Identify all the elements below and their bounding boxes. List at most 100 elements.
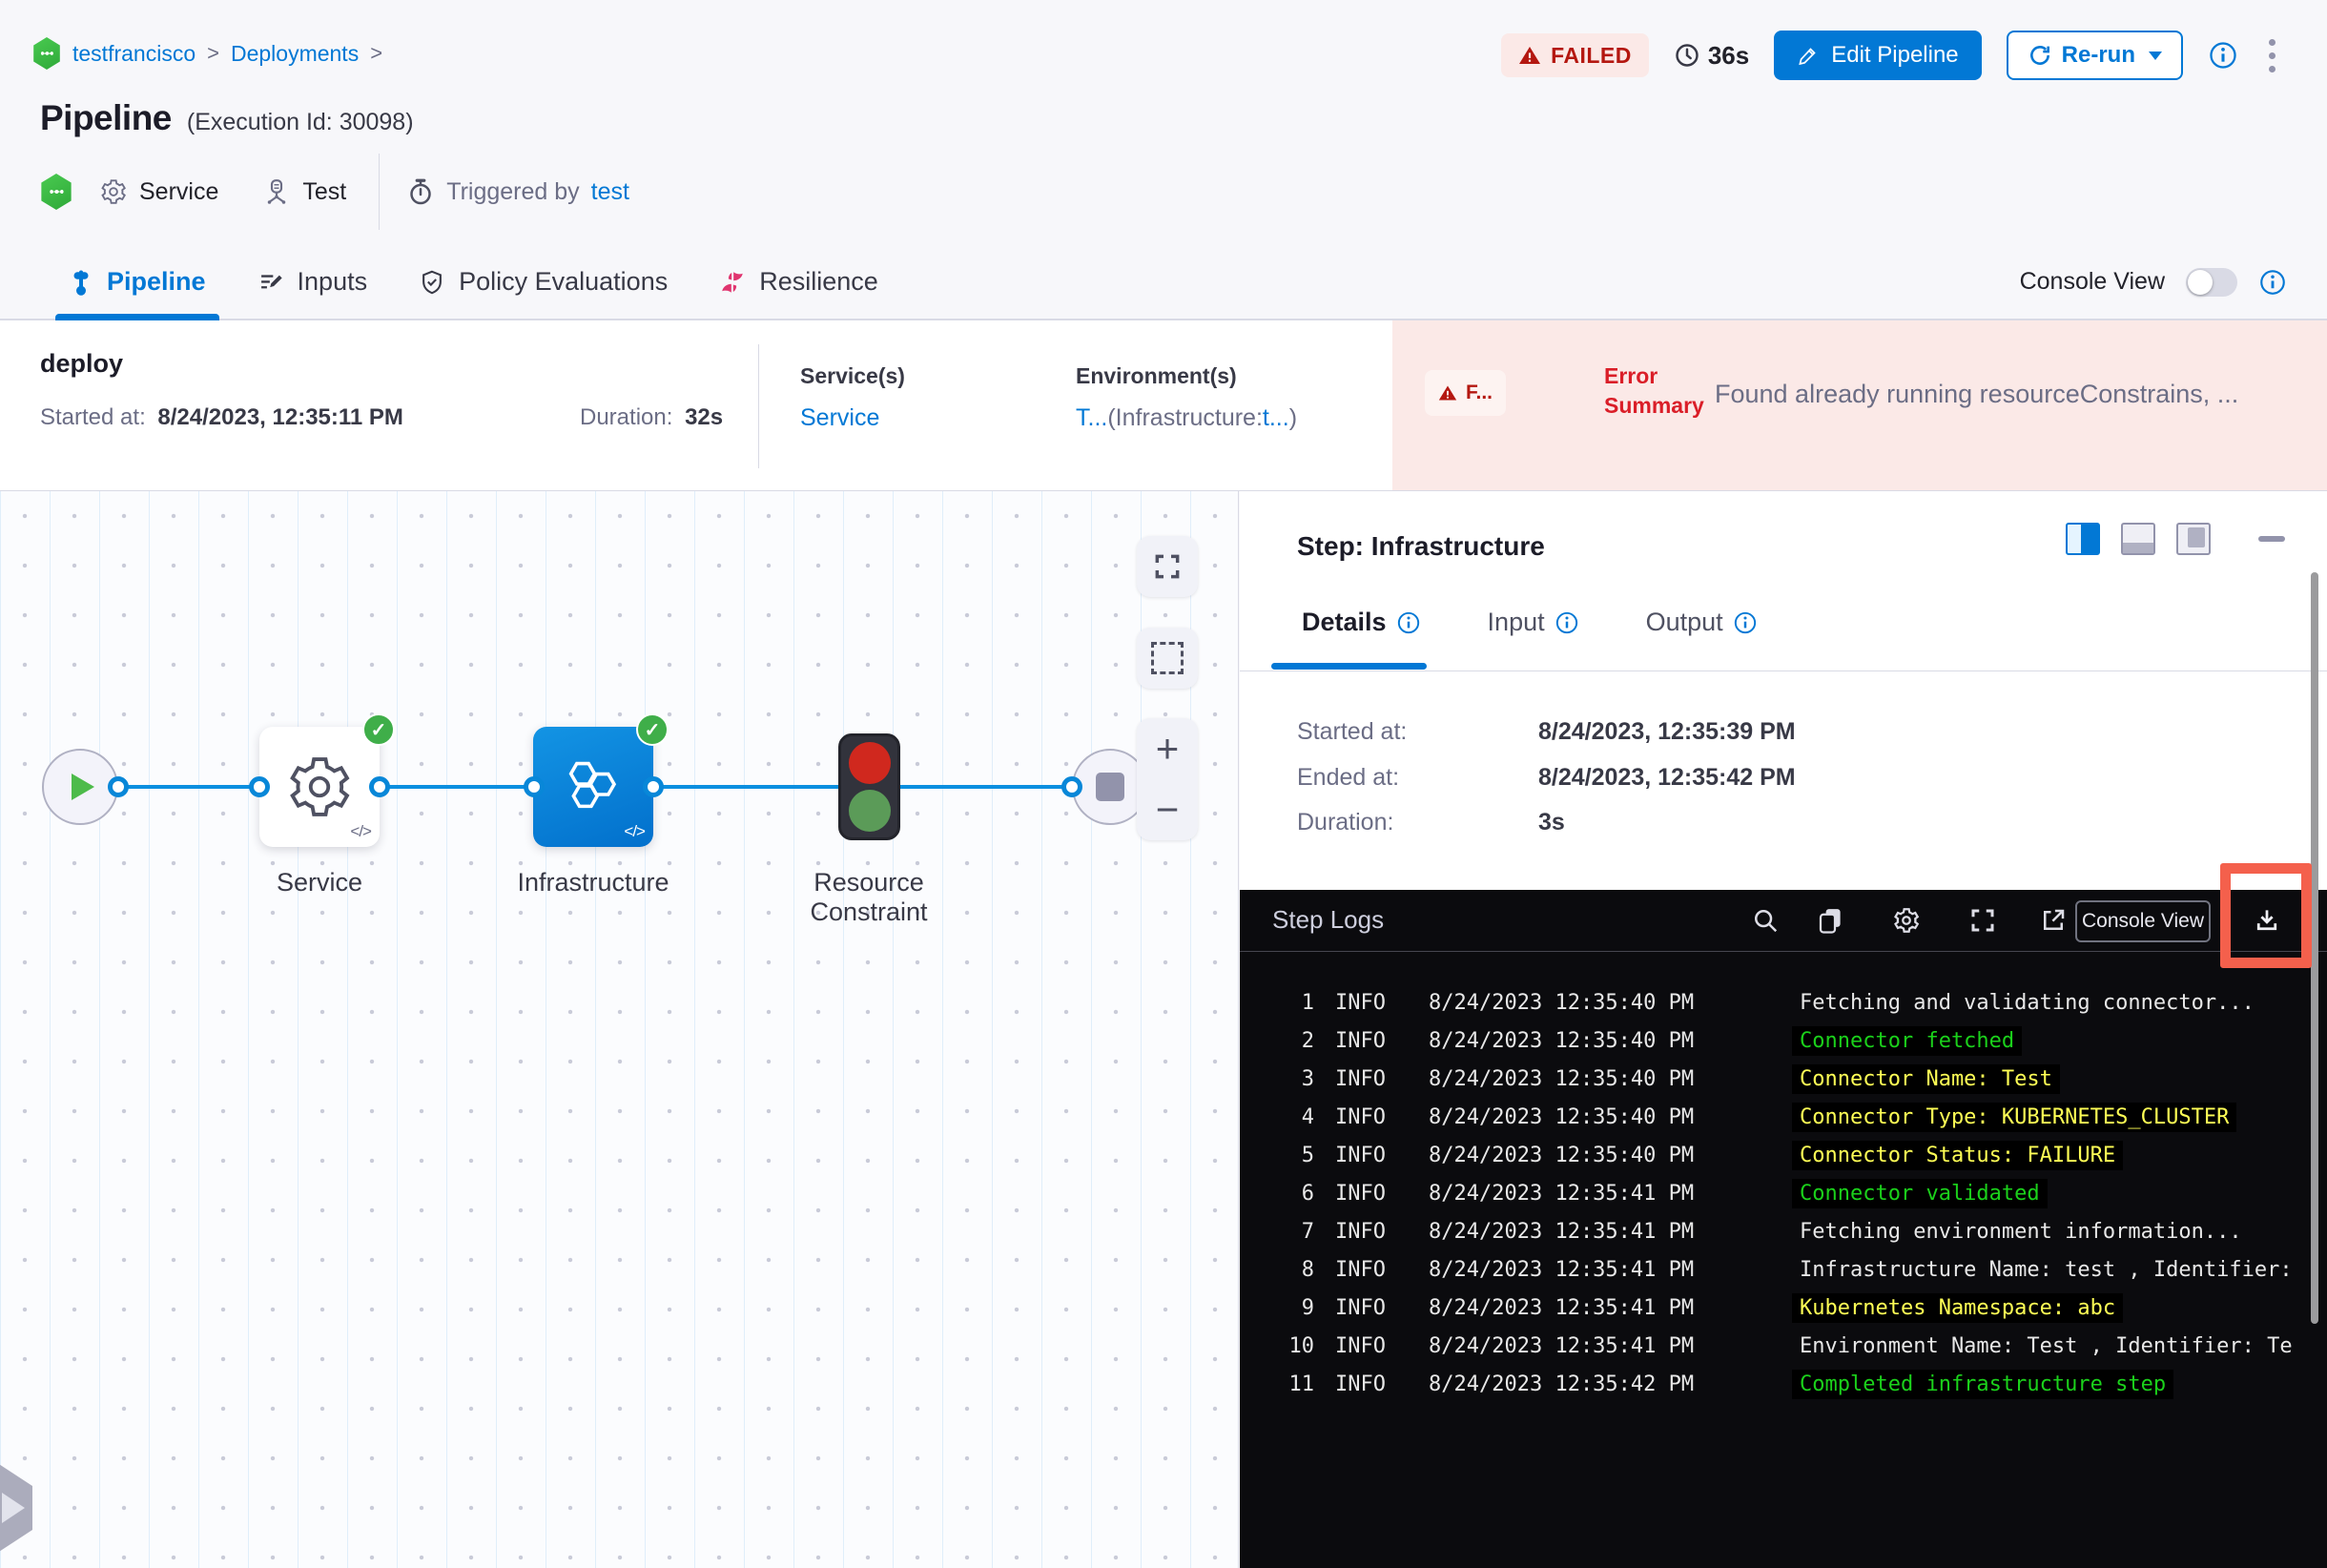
- triggered-by-user-link[interactable]: test: [591, 178, 629, 206]
- open-in-new-icon[interactable]: [2039, 906, 2068, 935]
- hexagons-icon: [568, 761, 617, 809]
- log-message: Fetching and validating connector...: [1800, 990, 2255, 1015]
- infrastructure-link[interactable]: t...: [1263, 404, 1289, 431]
- elapsed-time-value: 36s: [1707, 40, 1750, 70]
- divider: [379, 154, 381, 230]
- log-level: INFO: [1335, 1295, 1386, 1320]
- clock-icon: [1674, 42, 1700, 69]
- tab-resilience[interactable]: Resilience: [719, 245, 878, 319]
- tab-policy-evaluations[interactable]: Policy Evaluations: [419, 245, 668, 319]
- edge-connector: [249, 776, 270, 797]
- log-line: 3 INFO 8/24/2023 12:35:40 PM Connector Name…: [1268, 1060, 2327, 1098]
- log-line: 8 INFO 8/24/2023 12:35:41 PM Infrastructure…: [1268, 1250, 2327, 1289]
- search-icon[interactable]: [1751, 906, 1780, 935]
- error-status-chip-label: F...: [1466, 382, 1493, 403]
- info-icon[interactable]: [1396, 610, 1421, 635]
- log-line: 11 INFO 8/24/2023 12:35:42 PM Completed inf…: [1268, 1365, 2327, 1403]
- copy-icon[interactable]: [1816, 906, 1844, 935]
- expand-icon: [1155, 554, 1180, 579]
- log-level: INFO: [1335, 1333, 1386, 1358]
- layout-panel-button[interactable]: [2176, 523, 2211, 555]
- download-logs-icon[interactable]: [2253, 906, 2281, 935]
- log-timestamp: 8/24/2023 12:35:41 PM: [1429, 1295, 1695, 1320]
- log-timestamp: 8/24/2023 12:35:41 PM: [1429, 1333, 1695, 1358]
- log-lines: 1 INFO 8/24/2023 12:35:40 PM Fetching and v…: [1268, 983, 2327, 1568]
- log-line-number: 11: [1288, 1372, 1315, 1396]
- service-meta[interactable]: Service: [99, 177, 218, 206]
- status-badge-label: FAILED: [1551, 42, 1632, 68]
- stage-name: deploy: [40, 349, 124, 378]
- tab-output[interactable]: Output: [1646, 608, 1758, 637]
- service-link[interactable]: Service: [800, 404, 879, 431]
- more-options-menu[interactable]: [2263, 33, 2281, 78]
- log-timestamp: 8/24/2023 12:35:41 PM: [1429, 1181, 1695, 1206]
- refresh-icon: [2028, 43, 2052, 68]
- tab-inputs[interactable]: Inputs: [257, 245, 368, 319]
- edit-pipeline-button[interactable]: Edit Pipeline: [1774, 31, 1982, 80]
- expand-panel-handle[interactable]: [0, 1464, 32, 1552]
- success-check-badge: ✓: [362, 713, 395, 746]
- log-line-number: 7: [1301, 1219, 1314, 1244]
- breadcrumb-project-link[interactable]: testfrancisco: [72, 41, 196, 67]
- infrastructure-step-node[interactable]: </>: [533, 727, 653, 847]
- zoom-out-button[interactable]: −: [1137, 779, 1198, 840]
- console-view-toggle[interactable]: [2186, 267, 2237, 297]
- breadcrumb-deployments-link[interactable]: Deployments: [231, 41, 359, 67]
- service-step-node[interactable]: </>: [259, 727, 380, 847]
- tab-details[interactable]: Details: [1302, 608, 1421, 637]
- pipeline-execution-page: testfrancisco > Deployments > Pipeline (…: [0, 0, 2327, 1568]
- tab-input[interactable]: Input: [1488, 608, 1579, 637]
- tab-details-label: Details: [1302, 608, 1387, 636]
- marquee-icon: [1151, 642, 1184, 674]
- tab-inputs-label: Inputs: [297, 267, 368, 296]
- log-timestamp: 8/24/2023 12:35:42 PM: [1429, 1372, 1695, 1396]
- environment-meta[interactable]: Test: [262, 177, 346, 206]
- services-column: Service(s) Service: [800, 363, 905, 432]
- minimize-panel-button[interactable]: [2258, 536, 2285, 542]
- log-message: Connector Type: KUBERNETES_CLUSTER: [1792, 1102, 2237, 1132]
- log-message: Infrastructure Name: test , Identifier:: [1800, 1257, 2293, 1282]
- marquee-select-button[interactable]: [1137, 628, 1198, 689]
- fullscreen-icon[interactable]: [1968, 906, 1997, 935]
- edge-connector: [524, 776, 545, 797]
- info-icon[interactable]: [1555, 610, 1579, 635]
- success-check-badge: ✓: [636, 713, 669, 746]
- rerun-button[interactable]: Re-run: [2006, 31, 2183, 80]
- service-meta-label: Service: [139, 177, 219, 205]
- log-settings-gear-icon[interactable]: [1892, 906, 1921, 935]
- log-line-number: 5: [1301, 1143, 1314, 1167]
- tab-resilience-label: Resilience: [759, 267, 878, 296]
- zoom-controls: + −: [1137, 718, 1198, 840]
- info-icon[interactable]: [2258, 268, 2287, 297]
- log-line: 1 INFO 8/24/2023 12:35:40 PM Fetching and v…: [1268, 983, 2327, 1021]
- log-timestamp: 8/24/2023 12:35:40 PM: [1429, 1066, 1695, 1091]
- node-label-infrastructure: Infrastructure: [517, 868, 669, 897]
- tab-pipeline[interactable]: Pipeline: [55, 245, 219, 320]
- elapsed-time: 36s: [1674, 41, 1749, 71]
- graph-edge: [649, 785, 841, 789]
- console-view-button[interactable]: Console View: [2075, 900, 2211, 942]
- log-line-number: 4: [1301, 1104, 1314, 1129]
- node-label-service: Service: [276, 868, 363, 897]
- zoom-in-button[interactable]: +: [1137, 718, 1198, 779]
- log-level: INFO: [1335, 1372, 1386, 1396]
- layout-right-split-button[interactable]: [2066, 523, 2100, 555]
- inputs-icon: [257, 269, 284, 296]
- red-light: [848, 742, 891, 784]
- environment-link[interactable]: T...: [1076, 404, 1107, 431]
- page-title: Pipeline: [40, 98, 172, 137]
- fit-to-screen-button[interactable]: [1137, 536, 1198, 597]
- info-icon[interactable]: [2208, 40, 2238, 71]
- log-timestamp: 8/24/2023 12:35:41 PM: [1429, 1257, 1695, 1282]
- log-line-number: 1: [1301, 990, 1314, 1015]
- layout-bottom-split-button[interactable]: [2121, 523, 2155, 555]
- resource-constraint-node[interactable]: [838, 733, 900, 840]
- panel-scrollbar[interactable]: [2311, 572, 2318, 1324]
- info-icon[interactable]: [1733, 610, 1758, 635]
- error-status-chip: F...: [1425, 370, 1507, 416]
- console-view-label: Console View: [2019, 268, 2165, 295]
- log-line: 9 INFO 8/24/2023 12:35:41 PM Kubernetes Nam…: [1268, 1289, 2327, 1327]
- start-node[interactable]: [42, 749, 118, 825]
- log-line: 10 INFO 8/24/2023 12:35:41 PM Environment N…: [1268, 1327, 2327, 1365]
- pipeline-graph-canvas[interactable]: </> ✓ </> ✓ Service Infrastructure Resou…: [0, 491, 1239, 1568]
